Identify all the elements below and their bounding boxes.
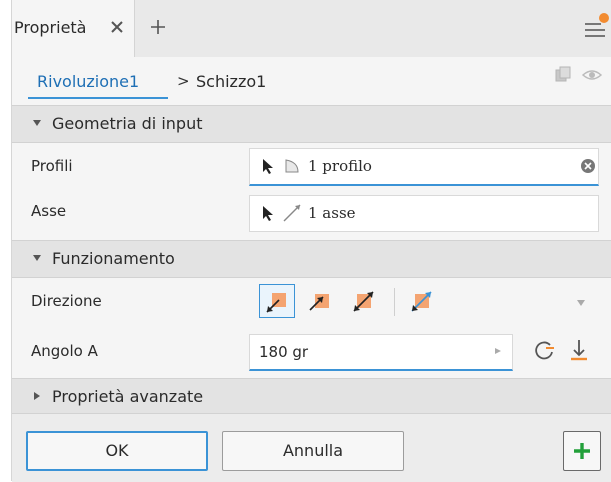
flip-direction-icon[interactable] [533,339,555,361]
direction-divider [394,288,395,316]
ok-button[interactable]: OK [26,431,208,471]
direction-default-icon [266,293,286,313]
breadcrumb: Rivoluzione1 > Schizzo1 [12,57,611,105]
section-input-geometry[interactable]: Geometria di input [12,105,611,143]
apply-add-button[interactable] [563,431,601,471]
direction-asymmetric-icon [411,291,432,312]
field-label: Asse [31,202,67,220]
hamburger-menu-icon[interactable] [583,20,607,40]
breadcrumb-underline [28,97,168,99]
section-title: Funzionamento [52,249,175,268]
cursor-arrow-icon [263,159,273,174]
plus-icon [574,443,590,459]
notification-dot [599,13,609,23]
profiles-value: 1 profilo [308,157,372,175]
breadcrumb-current: Schizzo1 [196,72,267,91]
section-advanced-properties[interactable]: Proprietà avanzate [12,378,611,416]
termination-icon[interactable] [569,339,589,361]
tab-bar: Proprietà [12,0,611,58]
direction-asymmetric-button[interactable] [405,284,441,318]
profile-shape-icon [285,159,299,173]
cursor-arrow-icon [263,206,273,221]
direction-symmetric-icon [353,291,374,312]
tab-properties[interactable]: Proprietà [12,0,135,57]
direction-default-button[interactable] [259,284,295,318]
section-title: Geometria di input [52,114,203,133]
chevron-down-icon[interactable] [577,300,585,306]
direction-flipped-icon [309,294,329,311]
add-tab-icon[interactable] [150,19,166,35]
chevron-right-icon[interactable] [495,348,501,354]
caret-down-icon [33,255,41,261]
breadcrumb-link-rivoluzione[interactable]: Rivoluzione1 [37,72,139,91]
cancel-button[interactable]: Annulla [222,431,404,471]
breadcrumb-separator: > [177,72,190,90]
eye-icon[interactable] [582,67,602,83]
angle-input[interactable]: 180 gr [249,334,513,371]
angle-value: 180 gr [259,343,309,361]
clear-selection-icon[interactable] [581,159,595,173]
direction-symmetric-button[interactable] [347,284,383,318]
dialog-footer: OK Annulla [12,413,611,482]
property-panel: Proprietà Rivoluzione1 > Schizzo1 Geomet… [11,0,611,482]
section-behavior[interactable]: Funzionamento [12,240,611,278]
direction-button-group [249,284,609,320]
axis-selector[interactable]: 1 asse [249,195,599,232]
field-label: Profili [31,157,73,175]
field-label: Direzione [31,292,102,310]
caret-down-icon [33,120,41,126]
field-label: Angolo A [31,342,98,360]
profiles-selector[interactable]: 1 profilo [249,148,599,186]
axis-line-icon [283,204,301,222]
direction-flipped-button[interactable] [303,284,339,318]
caret-right-icon [34,392,40,400]
axis-value: 1 asse [308,204,356,222]
section-title: Proprietà avanzate [52,387,204,406]
close-icon[interactable] [109,19,125,35]
pin-panel-icon[interactable] [555,66,571,82]
tab-label: Proprietà [14,18,87,37]
